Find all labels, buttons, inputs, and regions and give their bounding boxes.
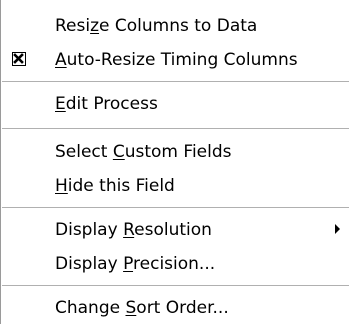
checkbox-checked-icon (12, 52, 26, 66)
menu-item-auto-resize-timing-columns[interactable]: Auto-Resize Timing Columns (1, 44, 349, 76)
menu-item-edit-process[interactable]: Edit Process (1, 88, 349, 120)
menu-item-hide-this-field[interactable]: Hide this Field (1, 170, 349, 202)
menu-separator (2, 207, 349, 208)
menu-item-resize-columns-to-data[interactable]: Resize Columns to Data (1, 10, 349, 42)
menu-separator (2, 128, 349, 129)
menu-item-label: Edit Process (55, 94, 158, 114)
menu-item-label: Display Precision... (55, 254, 216, 274)
submenu-arrow-icon (335, 224, 340, 234)
menu-separator (2, 285, 349, 286)
menu-item-label: Change Sort Order... (55, 298, 229, 318)
context-menu: Resize Columns to Data Auto-Resize Timin… (0, 0, 349, 324)
menu-item-label: Resize Columns to Data (55, 16, 258, 36)
menu-item-label: Select Custom Fields (55, 142, 232, 162)
menu-item-select-custom-fields[interactable]: Select Custom Fields (1, 136, 349, 168)
menu-item-change-sort-order[interactable]: Change Sort Order... (1, 292, 349, 324)
menu-item-label: Hide this Field (55, 176, 175, 196)
menu-item-display-resolution[interactable]: Display Resolution (1, 214, 349, 246)
menu-item-label: Auto-Resize Timing Columns (55, 50, 298, 70)
menu-item-display-precision[interactable]: Display Precision... (1, 248, 349, 280)
menu-separator (2, 81, 349, 82)
menu-item-label: Display Resolution (55, 220, 212, 240)
